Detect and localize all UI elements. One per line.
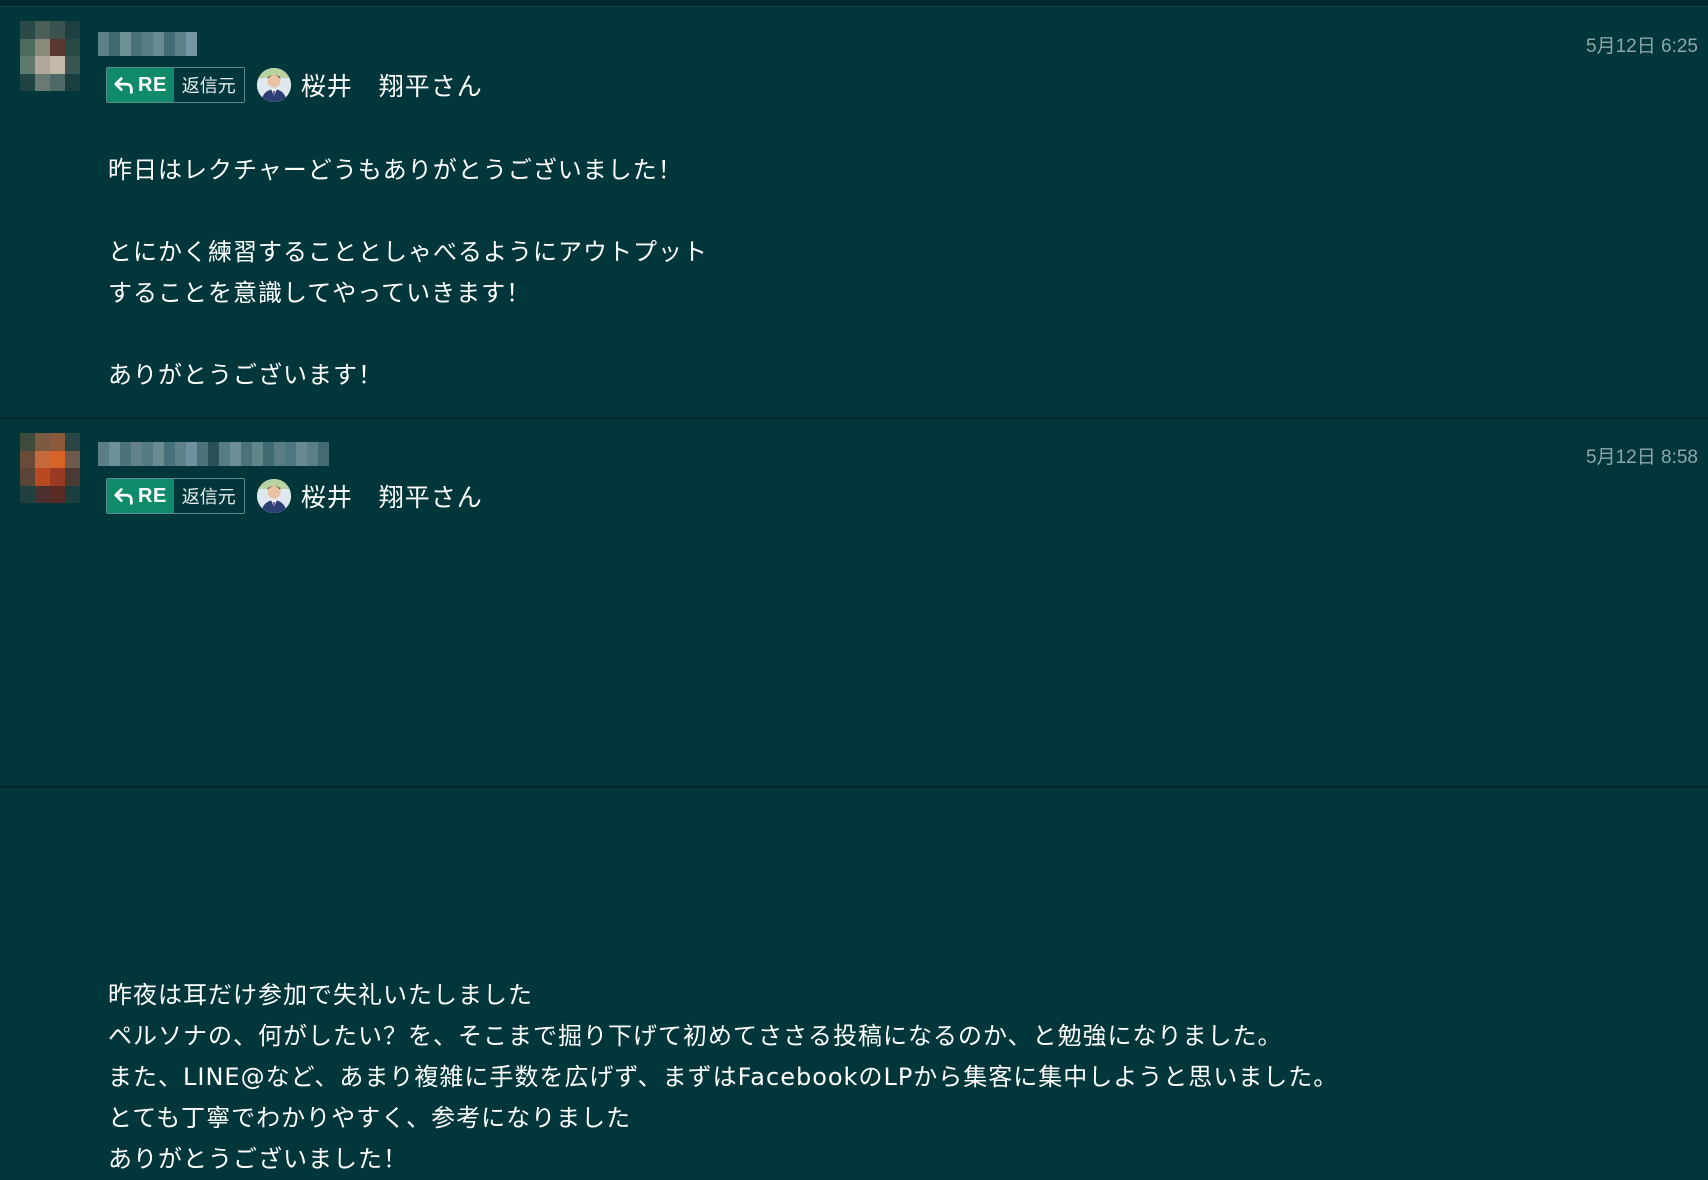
chat-message: 5月12日 8:58 RE 返信元 桜井 翔平さん 昨夜は耳だけ参加で失礼いたし…	[0, 420, 1708, 1173]
message-divider	[0, 417, 1708, 419]
message-line	[108, 191, 708, 232]
reply-source-badge[interactable]: RE 返信元	[106, 478, 245, 514]
re-label: RE	[107, 68, 174, 102]
re-text: RE	[138, 73, 167, 96]
message-line: ペルソナの、何がしたい？を、そこまで掘り下げて初めてささる投稿になるのか、と勉強…	[108, 1022, 1283, 1050]
message-line: とにかく練習することとしゃべるようにアウトプット	[108, 238, 708, 266]
message-timestamp: 5月12日 6:25	[1586, 36, 1698, 57]
message-line: ありがとうございます！	[108, 361, 383, 389]
sender-name-redacted	[98, 32, 197, 56]
message-line: 昨夜は耳だけ参加で失礼いたしました	[108, 981, 533, 1009]
message-body: 昨日はレクチャーどうもありがとうございました！ とにかく練習することとしゃべるよ…	[108, 150, 708, 396]
message-line: また、LINE@など、あまり複雑に手数を広げず、まずはFacebookのLPから…	[108, 1063, 1339, 1091]
reply-source-label: 返信元	[173, 479, 244, 513]
top-divider	[0, 0, 1708, 7]
chat-message: 5月12日 6:25 RE 返信元 桜井 翔平さん 昨日はレクチャーどうもありが…	[0, 7, 1708, 417]
message-body: 昨夜は耳だけ参加で失礼いたしました ペルソナの、何がしたい？を、そこまで掘り下げ…	[108, 975, 1338, 1180]
sender-name-redacted	[98, 442, 329, 466]
message-line	[108, 314, 708, 355]
reply-header: RE 返信元 桜井 翔平さん	[106, 67, 483, 103]
re-label: RE	[107, 479, 174, 513]
reply-arrow-icon	[114, 488, 133, 505]
message-line: することを意識してやっていきます！	[108, 279, 532, 307]
message-line: 昨日はレクチャーどうもありがとうございました！	[108, 156, 683, 184]
reply-target-name[interactable]: 桜井 翔平さん	[301, 478, 483, 514]
message-line: ありがとうございました！	[108, 1145, 408, 1173]
message-divider	[0, 786, 1708, 788]
reply-target-avatar	[256, 68, 291, 102]
reply-source-badge[interactable]: RE 返信元	[106, 67, 245, 103]
sender-avatar[interactable]	[20, 21, 80, 91]
message-timestamp: 5月12日 8:58	[1586, 447, 1698, 468]
sender-avatar[interactable]	[20, 433, 80, 503]
reply-source-label: 返信元	[173, 68, 244, 102]
re-text: RE	[138, 484, 167, 507]
reply-target-name[interactable]: 桜井 翔平さん	[301, 67, 483, 103]
reply-arrow-icon	[114, 77, 133, 94]
message-line: とても丁寧でわかりやすく、参考になりました	[108, 1104, 632, 1132]
reply-header: RE 返信元 桜井 翔平さん	[106, 478, 483, 514]
reply-target-avatar	[256, 479, 291, 513]
